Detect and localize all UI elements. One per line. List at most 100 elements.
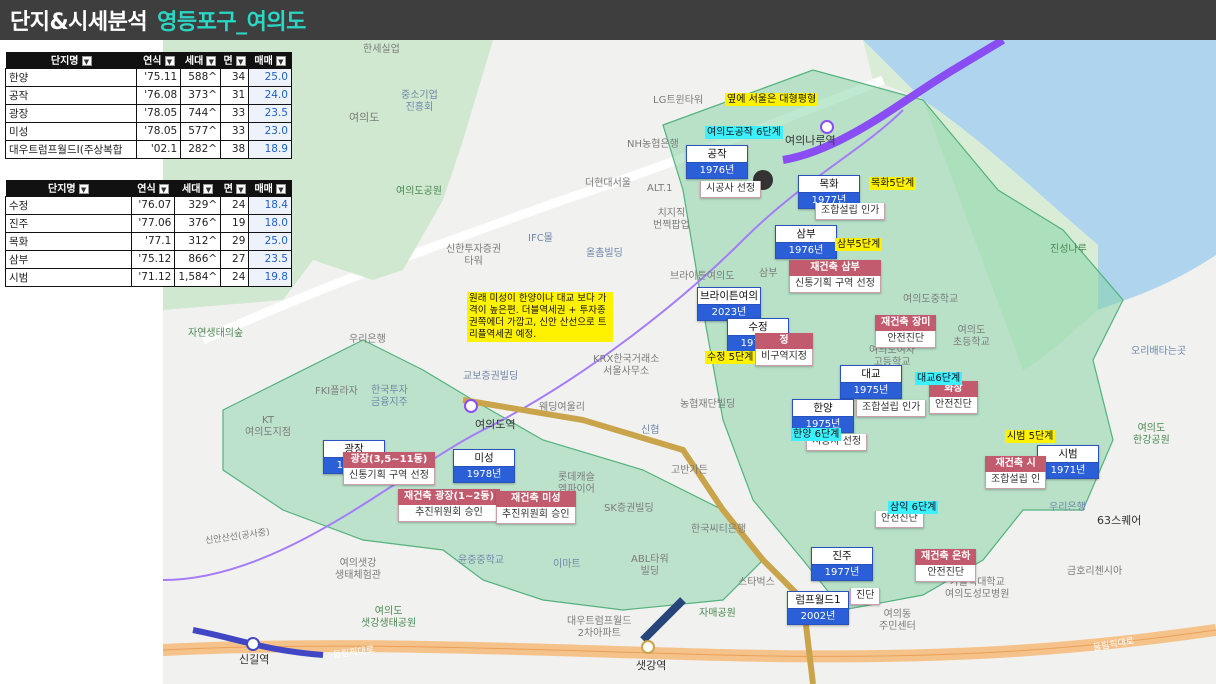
- table-cell[interactable]: '75.11: [136, 67, 182, 87]
- table-cell[interactable]: 25.0: [248, 67, 292, 87]
- tag-gwangjang-35[interactable]: 광장(3,5~11동) 신통기획 구역 선정: [343, 452, 435, 485]
- table-cell[interactable]: '77.1: [130, 231, 176, 251]
- table-cell[interactable]: 1,584^: [174, 267, 222, 287]
- table-row[interactable]: 목화 '77.1 312^ 29 25.0: [5, 231, 292, 251]
- table-cell[interactable]: 33: [220, 121, 250, 141]
- tag-eunha[interactable]: 재건축 은하 안전진단: [915, 549, 977, 582]
- tag-mokhwa[interactable]: 조합설립 인가: [815, 203, 886, 220]
- col-header[interactable]: 단지명 ▼: [5, 52, 137, 68]
- table-cell[interactable]: '77.06: [130, 213, 176, 233]
- table-cell[interactable]: 공작: [4, 85, 138, 105]
- table-row[interactable]: 대우트럼프월드Ⅰ(주상복합 '02.1 282^ 38 18.9: [4, 139, 292, 159]
- col-header[interactable]: 면 ▼: [220, 180, 249, 196]
- table-cell[interactable]: 삼부: [5, 249, 132, 269]
- tag-miseong[interactable]: 재건축 미성 추진위원회 승인: [496, 491, 576, 524]
- table-cell[interactable]: '71.12: [130, 267, 176, 287]
- filter-dropdown-icon[interactable]: ▼: [275, 184, 286, 195]
- table-cell[interactable]: 24: [220, 267, 250, 287]
- table-cell[interactable]: 진주: [5, 213, 132, 233]
- filter-dropdown-icon[interactable]: ▼: [158, 184, 169, 195]
- filter-dropdown-icon[interactable]: ▼: [206, 56, 217, 67]
- col-header[interactable]: 매매 ▼: [248, 52, 292, 68]
- table-cell[interactable]: 19.8: [248, 267, 292, 287]
- table-cell[interactable]: 588^: [180, 67, 222, 87]
- table-cell[interactable]: 29: [220, 231, 250, 251]
- table-row[interactable]: 진주 '77.06 376^ 19 18.0: [5, 213, 292, 233]
- tag-sibeom[interactable]: 재건축 시 조합설립 인: [985, 456, 1047, 489]
- complex-sambu[interactable]: 삼부 1976년: [775, 225, 837, 259]
- table-cell[interactable]: '78.05: [136, 121, 182, 141]
- table-cell[interactable]: 목화: [5, 231, 132, 251]
- tag-sujeong[interactable]: 정 비구역지정: [755, 333, 813, 366]
- complex-miseong[interactable]: 미성 1978년: [453, 449, 515, 483]
- table-cell[interactable]: 수정: [5, 195, 132, 215]
- tag-hwajang[interactable]: 화장 안전진단: [929, 381, 978, 414]
- table-cell[interactable]: 18.4: [248, 195, 292, 215]
- table-cell[interactable]: 시범: [5, 267, 132, 287]
- complex-brighton[interactable]: 브라이튼여의 2023년: [697, 287, 761, 321]
- col-header[interactable]: 세대 ▼: [174, 180, 221, 196]
- table-cell[interactable]: 376^: [174, 213, 222, 233]
- complex-sibeom[interactable]: 시범 1971년: [1037, 445, 1099, 479]
- table-cell[interactable]: 한양: [4, 67, 138, 87]
- table-cell[interactable]: 373^: [180, 85, 222, 105]
- table-cell[interactable]: 282^: [180, 139, 222, 159]
- map-view[interactable]: 한세실업 중소기업 진흥회 여의도 여의도공원 LG트윈타워 NH농협은행 더현…: [163, 40, 1216, 684]
- filter-dropdown-icon[interactable]: ▼: [235, 184, 246, 195]
- table-cell[interactable]: 광장: [4, 103, 138, 123]
- table-cell[interactable]: 18.0: [248, 213, 292, 233]
- complex-trump1[interactable]: 럼프월드1 2002년: [787, 591, 849, 625]
- table-cell[interactable]: 577^: [180, 121, 222, 141]
- table-cell[interactable]: 대우트럼프월드Ⅰ(주상복합: [4, 139, 138, 159]
- col-header[interactable]: 면 ▼: [220, 52, 249, 68]
- tag-jinju[interactable]: 진단: [850, 588, 881, 605]
- table-row[interactable]: 수정 '76.07 329^ 24 18.4: [5, 195, 292, 215]
- table-row[interactable]: 미성 '78.05 577^ 33 23.0: [4, 121, 292, 141]
- table-cell[interactable]: 27: [220, 249, 250, 269]
- filter-dropdown-icon[interactable]: ▼: [203, 184, 214, 195]
- filter-dropdown-icon[interactable]: ▼: [164, 56, 175, 67]
- table-row[interactable]: 광장 '78.05 744^ 33 23.5: [4, 103, 292, 123]
- table-cell[interactable]: 38: [220, 139, 250, 159]
- table-row[interactable]: 삼부 '75.12 866^ 27 23.5: [5, 249, 292, 269]
- filter-dropdown-icon[interactable]: ▼: [78, 184, 89, 195]
- table-cell[interactable]: 24.0: [248, 85, 292, 105]
- table-cell[interactable]: 23.5: [248, 249, 292, 269]
- col-header[interactable]: 연식 ▼: [131, 180, 175, 196]
- table-cell[interactable]: 18.9: [248, 139, 292, 159]
- tag-gwangjang-12[interactable]: 재건축 광장(1~2동) 추진위원회 승인: [398, 489, 501, 522]
- complex-daegyo[interactable]: 대교 1975년: [840, 365, 902, 399]
- table-cell[interactable]: '76.07: [130, 195, 176, 215]
- table-cell[interactable]: 23.0: [248, 121, 292, 141]
- tag-daegyo[interactable]: 조합설립 인가: [856, 400, 927, 417]
- table-cell[interactable]: 33: [220, 103, 250, 123]
- table-cell[interactable]: 744^: [180, 103, 222, 123]
- filter-dropdown-icon[interactable]: ▼: [275, 56, 286, 67]
- table-cell[interactable]: '02.1: [136, 139, 182, 159]
- table-row[interactable]: 공작 '76.08 373^ 31 24.0: [4, 85, 292, 105]
- col-header[interactable]: 연식 ▼: [136, 52, 181, 68]
- tag-jangmi[interactable]: 재건축 장미 안전진단: [875, 315, 937, 348]
- complex-jinju[interactable]: 진주 1977년: [811, 547, 873, 581]
- filter-dropdown-icon[interactable]: ▼: [81, 56, 92, 67]
- filter-active-icon[interactable]: ▼: [235, 56, 246, 67]
- table-cell[interactable]: 312^: [174, 231, 222, 251]
- table-cell[interactable]: 31: [220, 85, 250, 105]
- table-cell[interactable]: 25.0: [248, 231, 292, 251]
- tag-gongjak[interactable]: 시공사 선정: [700, 181, 762, 198]
- col-header[interactable]: 단지명 ▼: [5, 180, 132, 196]
- table-cell[interactable]: 24: [220, 195, 250, 215]
- table-row[interactable]: 한양 '75.11 588^ 34 25.0: [4, 67, 292, 87]
- table-cell[interactable]: 19: [220, 213, 250, 233]
- tag-sambu[interactable]: 재건축 삼부 신통기획 구역 선정: [789, 260, 881, 293]
- table-cell[interactable]: '78.05: [136, 103, 182, 123]
- complex-gongjak[interactable]: 공작 1976년: [686, 145, 748, 179]
- table-cell[interactable]: 23.5: [248, 103, 292, 123]
- table-cell[interactable]: 329^: [174, 195, 222, 215]
- table-cell[interactable]: 866^: [174, 249, 222, 269]
- table-row[interactable]: 시범 '71.12 1,584^ 24 19.8: [5, 267, 292, 287]
- col-header[interactable]: 매매 ▼: [248, 180, 292, 196]
- col-header[interactable]: 세대 ▼: [180, 52, 221, 68]
- table-cell[interactable]: '76.08: [136, 85, 182, 105]
- table-cell[interactable]: 미성: [4, 121, 138, 141]
